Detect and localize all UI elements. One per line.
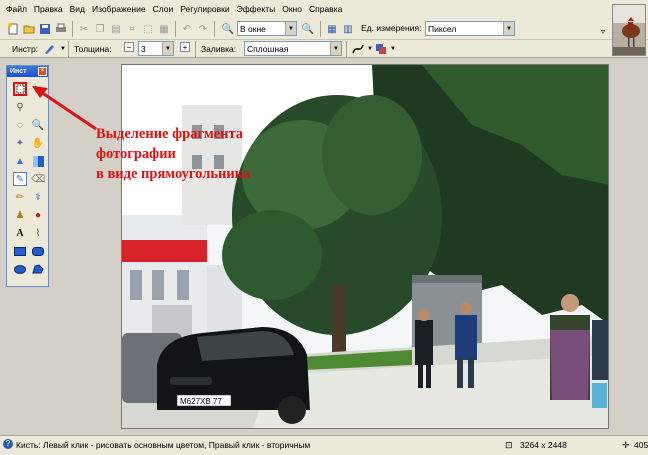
lasso-select-tool[interactable]: ⚲ bbox=[13, 100, 27, 114]
annotation-arrow-icon bbox=[32, 86, 97, 131]
copy-icon[interactable]: ❐ bbox=[93, 22, 107, 36]
undo-icon[interactable]: ↶ bbox=[180, 22, 194, 36]
menu-file[interactable]: Файл bbox=[6, 4, 34, 14]
tools-window-title: Инст × bbox=[7, 66, 48, 77]
width-label: Толщина: bbox=[74, 44, 112, 54]
recolor-tool[interactable]: ● bbox=[31, 208, 45, 222]
toolbar-separator bbox=[320, 21, 321, 37]
toolbar-separator bbox=[195, 41, 196, 57]
toolbar-separator bbox=[175, 21, 176, 37]
pan-tool[interactable]: ✋ bbox=[31, 136, 45, 150]
help-icon: ? bbox=[3, 439, 13, 449]
rounded-rectangle-tool[interactable] bbox=[31, 244, 45, 258]
annotation-line: Выделение фрагмента bbox=[96, 126, 244, 142]
main-toolbar: ✂ ❐ ▤ ⌗ ⬚ ▦ ↶ ↷ 🔍 В окне ▼ 🔍 ▦ ▥ Ед. изм… bbox=[0, 18, 648, 40]
units-label: Ед. измерения: bbox=[361, 23, 422, 33]
menu-image[interactable]: Изображение bbox=[92, 4, 153, 14]
new-file-icon[interactable] bbox=[6, 22, 20, 36]
zoom-select[interactable]: В окне ▼ bbox=[237, 21, 297, 36]
tool-options-toolbar: Инстр: ▼ Толщина: − 3 ▼ + Заливка: Сплош… bbox=[0, 40, 648, 58]
zoom-in-icon[interactable]: 🔍 bbox=[301, 22, 315, 36]
crop-icon[interactable]: ⌗ bbox=[125, 22, 139, 36]
chevron-down-icon: ▼ bbox=[162, 42, 173, 55]
pencil-tool[interactable]: ✏ bbox=[13, 190, 27, 204]
menu-effects[interactable]: Эффекты bbox=[237, 4, 283, 14]
width-value: 3 bbox=[141, 43, 146, 54]
image-size-icon: ⊡ bbox=[505, 440, 513, 450]
units-select[interactable]: Пиксел ▼ bbox=[425, 21, 515, 36]
width-input[interactable]: 3 ▼ bbox=[138, 41, 174, 56]
rulers-icon[interactable]: ▥ bbox=[341, 22, 355, 36]
tool-label: Инстр: bbox=[12, 44, 39, 54]
pixel-grid-icon[interactable]: ▦ bbox=[325, 22, 339, 36]
fill-value: Сплошная bbox=[247, 43, 289, 54]
image-size: 3264 x 2448 bbox=[520, 440, 567, 450]
increase-width-button[interactable]: + bbox=[180, 42, 190, 52]
toolbar-separator bbox=[346, 41, 347, 57]
print-icon[interactable] bbox=[54, 22, 68, 36]
chevron-down-icon: ▼ bbox=[503, 22, 514, 35]
magic-wand-tool[interactable]: ✦ bbox=[13, 136, 27, 150]
chevron-down-icon: ▼ bbox=[330, 42, 341, 55]
status-bar: ? Кисть: Левый клик - рисовать основным … bbox=[0, 435, 648, 455]
zoom-out-icon[interactable]: 🔍 bbox=[221, 22, 235, 36]
close-icon[interactable]: × bbox=[38, 67, 47, 76]
annotation-line: в виде прямоугольника bbox=[96, 166, 251, 182]
toolbar-separator bbox=[68, 41, 69, 57]
status-text: Кисть: Левый клик - рисовать основным цв… bbox=[16, 440, 311, 450]
units-value: Пиксел bbox=[428, 23, 457, 34]
rectangle-tool[interactable] bbox=[13, 244, 27, 258]
open-folder-icon[interactable] bbox=[22, 22, 36, 36]
chevron-down-icon: ▼ bbox=[285, 22, 296, 35]
text-tool[interactable]: A bbox=[13, 226, 27, 240]
annotation-line: фотографии bbox=[96, 146, 176, 162]
tools-window-title-text: Инст bbox=[10, 68, 27, 75]
eraser-tool[interactable]: ⌫ bbox=[31, 172, 45, 186]
menu-adjustments[interactable]: Регулировки bbox=[180, 4, 236, 14]
image-canvas[interactable]: M627XB 77 bbox=[121, 64, 609, 429]
menu-window[interactable]: Окно bbox=[282, 4, 309, 14]
save-icon[interactable] bbox=[38, 22, 52, 36]
paste-icon[interactable]: ▤ bbox=[109, 22, 123, 36]
freeform-shape-tool[interactable] bbox=[31, 262, 45, 276]
fill-select[interactable]: Сплошная ▼ bbox=[244, 41, 342, 56]
toolbar-separator bbox=[214, 21, 215, 37]
toolbar-separator bbox=[72, 21, 73, 37]
license-plate-text: M627XB 77 bbox=[180, 397, 222, 406]
menu-bar: Файл Правка Вид Изображение Слои Регулир… bbox=[0, 0, 648, 18]
menu-help[interactable]: Справка bbox=[309, 4, 349, 14]
paint-bucket-tool[interactable]: ▲ bbox=[13, 154, 27, 168]
grid-icon[interactable]: ▦ bbox=[157, 22, 171, 36]
zoom-value: В окне bbox=[240, 23, 266, 34]
annotation-text: Выделение фрагмента фотографии в виде пр… bbox=[96, 124, 250, 184]
fill-label: Заливка: bbox=[201, 44, 237, 54]
image-thumbnail[interactable] bbox=[612, 4, 646, 56]
chevron-down-icon[interactable]: ▼ bbox=[386, 42, 400, 56]
deselect-icon[interactable]: ⬚ bbox=[141, 22, 155, 36]
line-curve-tool[interactable]: ⌇ bbox=[31, 226, 45, 240]
cut-icon[interactable]: ✂ bbox=[77, 22, 91, 36]
paintbrush-tool[interactable]: ✎ bbox=[13, 172, 27, 186]
menu-layers[interactable]: Слои bbox=[153, 4, 181, 14]
brush-icon[interactable] bbox=[42, 42, 56, 56]
gradient-tool[interactable] bbox=[31, 154, 45, 168]
cursor-coordinates: 4051 bbox=[634, 440, 648, 450]
cursor-position-icon: ✛ bbox=[622, 440, 630, 450]
color-picker-tool[interactable]: ⚕ bbox=[31, 190, 45, 204]
clone-stamp-tool[interactable]: ♟ bbox=[13, 208, 27, 222]
menu-view[interactable]: Вид bbox=[70, 4, 92, 14]
decrease-width-button[interactable]: − bbox=[124, 42, 134, 52]
redo-icon[interactable]: ↷ bbox=[196, 22, 210, 36]
rectangle-select-tool[interactable] bbox=[13, 82, 27, 96]
ellipse-select-tool[interactable]: ◌ bbox=[13, 118, 27, 132]
ellipse-tool[interactable] bbox=[13, 262, 27, 276]
toolbar-menu-icon[interactable]: ▿ bbox=[596, 24, 610, 38]
menu-edit[interactable]: Правка bbox=[34, 4, 70, 14]
